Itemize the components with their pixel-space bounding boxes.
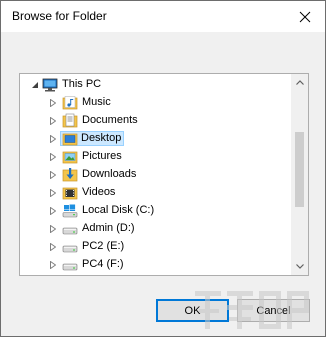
computer-icon: [42, 77, 58, 93]
collapse-arrow-icon[interactable]: [30, 76, 40, 94]
expand-arrow-icon[interactable]: [48, 256, 58, 274]
documents-folder-icon: [62, 113, 78, 129]
tree-item-label: Downloads: [82, 168, 137, 180]
scroll-up-button[interactable]: [291, 74, 308, 91]
expand-arrow-icon[interactable]: [48, 148, 58, 166]
tree-item-downloads[interactable]: Downloads: [20, 166, 290, 184]
expand-arrow-icon[interactable]: [48, 166, 58, 184]
tree-item-desktop[interactable]: Desktop: [20, 130, 290, 148]
drive-icon: [62, 257, 78, 273]
expand-arrow-icon[interactable]: [48, 202, 58, 220]
vertical-scrollbar[interactable]: [291, 74, 308, 275]
expand-arrow-icon[interactable]: [48, 220, 58, 238]
watermark-logo: [195, 291, 309, 329]
drive-icon: [62, 221, 78, 237]
window-title: Browse for Folder: [12, 9, 107, 23]
tree-item-label: Music: [82, 96, 111, 108]
tree-item-local-disk-c[interactable]: Local Disk (C:): [20, 202, 290, 220]
scrollbar-thumb[interactable]: [295, 132, 304, 207]
scroll-down-arrow-icon: [295, 264, 304, 269]
downloads-folder-icon: [62, 167, 78, 183]
tree-item-label: This PC: [62, 78, 102, 90]
close-icon: [299, 11, 311, 22]
expand-arrow-icon[interactable]: [48, 94, 58, 112]
expand-arrow-icon[interactable]: [48, 130, 58, 148]
windows-drive-icon: [62, 203, 78, 219]
browse-for-folder-dialog: Browse for Folder This PC Music Document…: [0, 0, 326, 337]
tree-item-label: Pictures: [82, 150, 122, 162]
tree-item-label: PC2 (E:): [82, 240, 125, 252]
close-button[interactable]: [285, 1, 325, 32]
desktop-folder-icon: [62, 131, 78, 147]
folder-tree[interactable]: This PC Music Documents Desktop Pictures…: [19, 73, 309, 276]
tree-item-this-pc[interactable]: This PC: [20, 76, 290, 94]
tree-item-documents[interactable]: Documents: [20, 112, 290, 130]
title-bar[interactable]: Browse for Folder: [1, 1, 325, 32]
tree-item-label: Documents: [82, 114, 138, 126]
tree-item-pictures[interactable]: Pictures: [20, 148, 290, 166]
tree-item-pc4-f[interactable]: PC4 (F:): [20, 256, 290, 274]
tree-item-videos[interactable]: Videos: [20, 184, 290, 202]
expand-arrow-icon[interactable]: [48, 184, 58, 202]
pictures-folder-icon: [62, 149, 78, 165]
expand-arrow-icon[interactable]: [48, 112, 58, 130]
expand-arrow-icon[interactable]: [48, 238, 58, 256]
tree-item-admin-d[interactable]: Admin (D:): [20, 220, 290, 238]
tree-item-label: Videos: [82, 186, 116, 198]
scroll-up-arrow-icon: [295, 80, 304, 85]
videos-folder-icon: [62, 185, 78, 201]
tree-item-label: Admin (D:): [82, 222, 135, 234]
scroll-down-button[interactable]: [291, 258, 308, 275]
tree-item-label: Local Disk (C:): [82, 204, 155, 216]
tree-item-music[interactable]: Music: [20, 94, 290, 112]
tree-item-pc2-e[interactable]: PC2 (E:): [20, 238, 290, 256]
music-folder-icon: [62, 95, 78, 111]
tree-item-label: PC4 (F:): [82, 258, 124, 270]
drive-icon: [62, 239, 78, 255]
